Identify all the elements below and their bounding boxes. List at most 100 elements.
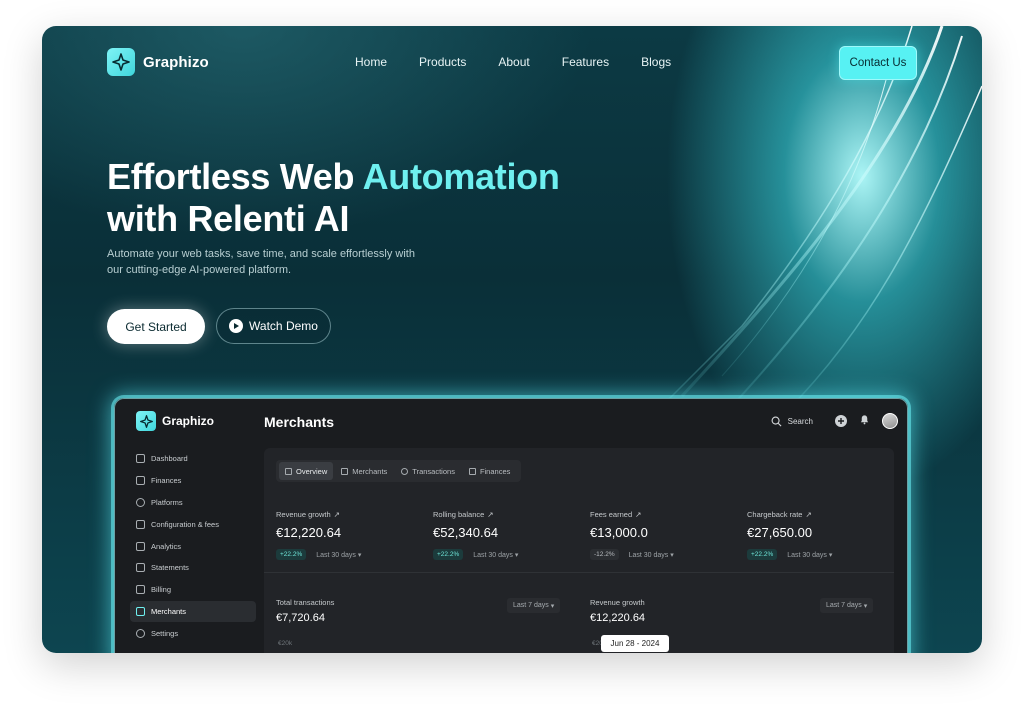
- tab-overview[interactable]: Overview: [279, 462, 334, 480]
- range-dropdown[interactable]: Last 7 days ▾: [507, 598, 561, 613]
- nav-link-products[interactable]: Products: [419, 55, 466, 69]
- sidebar-item-analytics[interactable]: Analytics: [130, 535, 256, 557]
- change-badge: -12.2%: [590, 549, 619, 560]
- sidebar-item-label: Finances: [151, 476, 182, 486]
- add-icon[interactable]: [835, 415, 847, 427]
- sidebar-item-dashboard[interactable]: Dashboard: [130, 448, 256, 470]
- search-icon: [771, 416, 782, 426]
- notification-bell-icon[interactable]: [859, 412, 870, 430]
- divider: [264, 572, 894, 573]
- range-label: Last 30 days: [473, 551, 513, 559]
- caret-down-icon: ▾: [514, 551, 519, 559]
- range-label: Last 30 days: [316, 551, 356, 559]
- metric-label: Fees earned: [590, 510, 633, 519]
- store-icon: [341, 467, 349, 475]
- axis-label: €20k: [278, 640, 293, 647]
- caret-down-icon: ▾: [863, 602, 868, 610]
- change-badge: +22.2%: [276, 549, 307, 560]
- metric-label: Chargeback rate: [747, 510, 803, 519]
- card-value: €7,720.64: [276, 612, 325, 624]
- tab-label: Overview: [296, 466, 328, 476]
- document-icon: [136, 563, 145, 573]
- bag-icon: [136, 606, 145, 616]
- sidebar-item-label: Statements: [151, 563, 189, 573]
- get-started-button[interactable]: Get Started: [107, 309, 205, 344]
- analytics-icon: [136, 541, 145, 551]
- avatar[interactable]: [882, 413, 898, 429]
- sidebar-item-configuration[interactable]: Configuration & fees: [130, 513, 256, 535]
- nav-link-blogs[interactable]: Blogs: [641, 55, 671, 69]
- metric-value: €52,340.64: [433, 525, 499, 540]
- metric-fees-earned: Fees earned ↗ €13,000.0 -12.2% Last 30 day…: [590, 510, 730, 560]
- hero-title-part1: Effortless Web: [107, 156, 363, 197]
- metric-label: Rolling balance: [433, 510, 485, 519]
- config-icon: [136, 519, 145, 529]
- grid-icon: [285, 467, 292, 475]
- tab-transactions[interactable]: Transactions: [395, 462, 461, 480]
- watch-demo-button[interactable]: Watch Demo: [216, 308, 331, 344]
- sidebar-item-label: Settings: [151, 628, 179, 638]
- page-title: Merchants: [264, 414, 335, 430]
- range-dropdown[interactable]: Last 30 days ▾: [473, 551, 518, 559]
- hero-title-line2: with Relenti AI: [107, 198, 350, 239]
- sidebar-item-merchants[interactable]: Merchants: [130, 600, 256, 623]
- sidebar-item-platforms[interactable]: Platforms: [130, 492, 256, 514]
- range-label: Last 7 days: [513, 602, 549, 609]
- sidebar-item-settings[interactable]: Settings: [130, 622, 256, 644]
- contact-us-button[interactable]: Contact Us: [839, 46, 917, 80]
- tab-merchants[interactable]: Merchants: [335, 462, 393, 480]
- range-dropdown[interactable]: Last 7 days ▾: [820, 598, 874, 613]
- sidebar-item-finances[interactable]: Finances: [130, 470, 256, 492]
- dashboard-brand-name: Graphizo: [162, 414, 215, 428]
- nav-link-about[interactable]: About: [498, 55, 529, 69]
- sidebar-item-label: Analytics: [151, 541, 182, 551]
- sidebar-item-label: Merchants: [151, 606, 187, 616]
- nav-link-features[interactable]: Features: [562, 55, 609, 69]
- dashboard-brand: Graphizo: [136, 411, 214, 431]
- metric-value: €27,650.00: [747, 525, 813, 540]
- metric-revenue-growth: Revenue growth ↗ €12,220.64 +22.2% Last 30…: [276, 510, 416, 560]
- sidebar-item-statements[interactable]: Statements: [130, 557, 256, 579]
- metric-chargeback-rate: Chargeback rate ↗ €27,650.00 +22.2% Last 3…: [747, 510, 887, 560]
- metric-value: €12,220.64: [276, 525, 342, 540]
- sidebar-item-label: Platforms: [151, 497, 183, 507]
- range-dropdown[interactable]: Last 30 days ▾: [787, 551, 832, 559]
- overview-panel: Overview Merchants Transactions Finances…: [264, 448, 894, 653]
- sidebar-item-label: Billing: [151, 585, 172, 595]
- range-label: Last 30 days: [787, 551, 827, 559]
- metric-rolling-balance: Rolling balance ↗ €52,340.64 +22.2% Last 3…: [433, 510, 573, 560]
- sidebar-item-billing[interactable]: Billing: [130, 579, 256, 601]
- card-label: Revenue growth: [590, 598, 645, 607]
- card-value: €12,220.64: [590, 612, 646, 624]
- hero-title-accent: Automation: [362, 156, 560, 197]
- hero-title: Effortless Web Automation with Relenti A…: [107, 156, 560, 240]
- change-badge: +22.2%: [747, 549, 778, 560]
- wallet-icon: [468, 467, 476, 475]
- arrow-up-right-icon: ↗: [333, 510, 340, 519]
- range-dropdown[interactable]: Last 30 days ▾: [629, 551, 674, 559]
- billing-icon: [136, 585, 145, 595]
- arrow-up-right-icon: ↗: [635, 510, 642, 519]
- metric-value: €13,000.0: [590, 525, 648, 540]
- search-label: Search: [787, 416, 813, 426]
- sidebar: Dashboard Finances Platforms Configurati…: [130, 448, 256, 644]
- brand[interactable]: Graphizo: [107, 48, 209, 76]
- sidebar-item-label: Dashboard: [151, 454, 188, 464]
- caret-down-icon: ▾: [828, 551, 833, 559]
- globe-icon: [136, 497, 145, 507]
- gear-icon: [136, 628, 145, 638]
- caret-down-icon: ▾: [357, 551, 362, 559]
- range-dropdown[interactable]: Last 30 days ▾: [316, 551, 361, 559]
- search-button[interactable]: Search: [771, 416, 813, 427]
- top-actions: Search: [771, 412, 898, 430]
- sparkle-logo-icon: [107, 48, 135, 76]
- tab-label: Finances: [479, 466, 511, 476]
- brand-name: Graphizo: [143, 53, 209, 71]
- chart-tooltip: Jun 28 - 2024: [601, 635, 669, 652]
- main-nav: Home Products About Features Blogs: [355, 55, 671, 69]
- hero-frame: Graphizo Home Products About Features Bl…: [42, 26, 982, 653]
- nav-link-home[interactable]: Home: [355, 55, 387, 69]
- tab-finances[interactable]: Finances: [463, 462, 516, 480]
- card-label: Total transactions: [276, 598, 335, 607]
- transactions-icon: [401, 467, 409, 475]
